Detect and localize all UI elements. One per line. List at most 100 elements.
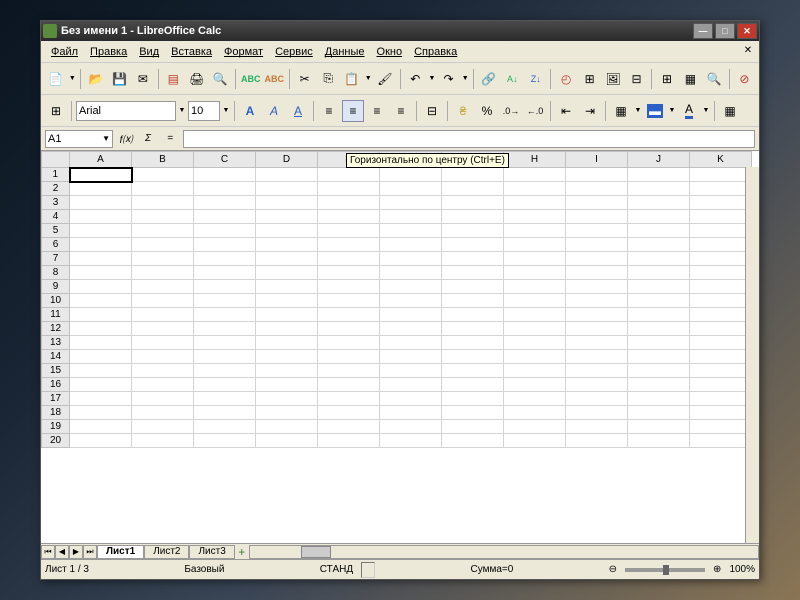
cell[interactable] — [132, 266, 194, 280]
cell[interactable] — [566, 392, 628, 406]
cell[interactable] — [318, 266, 380, 280]
cell[interactable] — [504, 280, 566, 294]
cell[interactable] — [690, 238, 752, 252]
cell[interactable] — [690, 252, 752, 266]
bg-color-button[interactable]: ▬ — [644, 100, 666, 122]
cell[interactable] — [318, 168, 380, 182]
cell[interactable] — [690, 168, 752, 182]
cell[interactable] — [318, 196, 380, 210]
column-header[interactable]: I — [566, 152, 628, 168]
cell[interactable] — [690, 392, 752, 406]
cell[interactable] — [442, 238, 504, 252]
cell[interactable] — [194, 196, 256, 210]
cell[interactable] — [194, 224, 256, 238]
first-sheet-button[interactable]: ⏮ — [41, 545, 55, 559]
cell[interactable] — [132, 294, 194, 308]
format-paint-button[interactable]: 🖌 — [374, 68, 395, 90]
cell[interactable] — [442, 224, 504, 238]
cell[interactable] — [256, 434, 318, 448]
cell[interactable] — [380, 308, 442, 322]
cell[interactable] — [132, 168, 194, 182]
cell[interactable] — [132, 350, 194, 364]
cell[interactable] — [566, 364, 628, 378]
cell[interactable] — [194, 280, 256, 294]
cell[interactable] — [566, 336, 628, 350]
cell[interactable] — [566, 350, 628, 364]
cell[interactable] — [628, 406, 690, 420]
cell[interactable] — [256, 224, 318, 238]
cell[interactable] — [628, 308, 690, 322]
cell[interactable] — [690, 336, 752, 350]
menubar-close-icon[interactable]: ✕ — [741, 45, 755, 59]
zoom-in-button[interactable]: ⊕ — [713, 564, 721, 575]
cell[interactable] — [504, 336, 566, 350]
cell[interactable] — [380, 210, 442, 224]
cell[interactable] — [690, 210, 752, 224]
cell[interactable] — [628, 182, 690, 196]
row-header[interactable]: 17 — [42, 392, 70, 406]
zoom-out-button[interactable]: ⊖ — [609, 564, 617, 575]
menu-edit[interactable]: Правка — [84, 44, 133, 60]
sheet-tab[interactable]: Лист3 — [189, 545, 234, 559]
cell[interactable] — [380, 168, 442, 182]
cell[interactable] — [628, 434, 690, 448]
cell[interactable] — [380, 238, 442, 252]
cell[interactable] — [70, 224, 132, 238]
cell[interactable] — [194, 182, 256, 196]
cell[interactable] — [504, 364, 566, 378]
bg-color-dropdown[interactable]: ▼ — [668, 100, 676, 122]
cell[interactable] — [442, 392, 504, 406]
column-header[interactable]: J — [628, 152, 690, 168]
cell[interactable] — [70, 406, 132, 420]
equals-button[interactable]: = — [161, 130, 179, 148]
cell[interactable] — [132, 238, 194, 252]
prev-sheet-button[interactable]: ◀ — [55, 545, 69, 559]
cell[interactable] — [70, 182, 132, 196]
cell[interactable] — [504, 168, 566, 182]
cell[interactable] — [442, 378, 504, 392]
pdf-button[interactable]: ▤ — [163, 68, 184, 90]
cell[interactable] — [380, 336, 442, 350]
percent-button[interactable]: % — [476, 100, 498, 122]
row-header[interactable]: 12 — [42, 322, 70, 336]
cell[interactable] — [194, 378, 256, 392]
cell[interactable] — [628, 350, 690, 364]
bold-button[interactable]: A — [239, 100, 261, 122]
cell[interactable] — [380, 224, 442, 238]
styles-button[interactable]: ⊞ — [45, 100, 67, 122]
cell[interactable] — [132, 364, 194, 378]
cell[interactable] — [690, 350, 752, 364]
cell[interactable] — [628, 322, 690, 336]
last-sheet-button[interactable]: ⏭ — [83, 545, 97, 559]
row-header[interactable]: 13 — [42, 336, 70, 350]
row-header[interactable]: 3 — [42, 196, 70, 210]
cell[interactable] — [504, 182, 566, 196]
cell[interactable] — [256, 210, 318, 224]
align-right-button[interactable]: ≡ — [366, 100, 388, 122]
row-header[interactable]: 8 — [42, 266, 70, 280]
cell[interactable] — [442, 420, 504, 434]
cell[interactable] — [194, 238, 256, 252]
preview-button[interactable]: 🔍 — [210, 68, 231, 90]
cell[interactable] — [380, 392, 442, 406]
cell[interactable] — [194, 168, 256, 182]
cell[interactable] — [442, 322, 504, 336]
cell[interactable] — [690, 420, 752, 434]
cell[interactable] — [318, 224, 380, 238]
cell[interactable] — [504, 308, 566, 322]
cell[interactable] — [256, 364, 318, 378]
cell[interactable] — [318, 252, 380, 266]
cell[interactable] — [442, 196, 504, 210]
save-button[interactable]: 💾 — [109, 68, 130, 90]
cell[interactable] — [442, 364, 504, 378]
zoom-thumb[interactable] — [663, 565, 669, 575]
underline-button[interactable]: A — [287, 100, 309, 122]
cell[interactable] — [380, 420, 442, 434]
remove-decimal-button[interactable]: ←.0 — [524, 100, 546, 122]
cell[interactable] — [380, 364, 442, 378]
font-color-button[interactable]: A — [678, 100, 700, 122]
email-button[interactable]: ✉ — [132, 68, 153, 90]
cell[interactable] — [194, 420, 256, 434]
cell[interactable] — [70, 322, 132, 336]
cell[interactable] — [690, 406, 752, 420]
